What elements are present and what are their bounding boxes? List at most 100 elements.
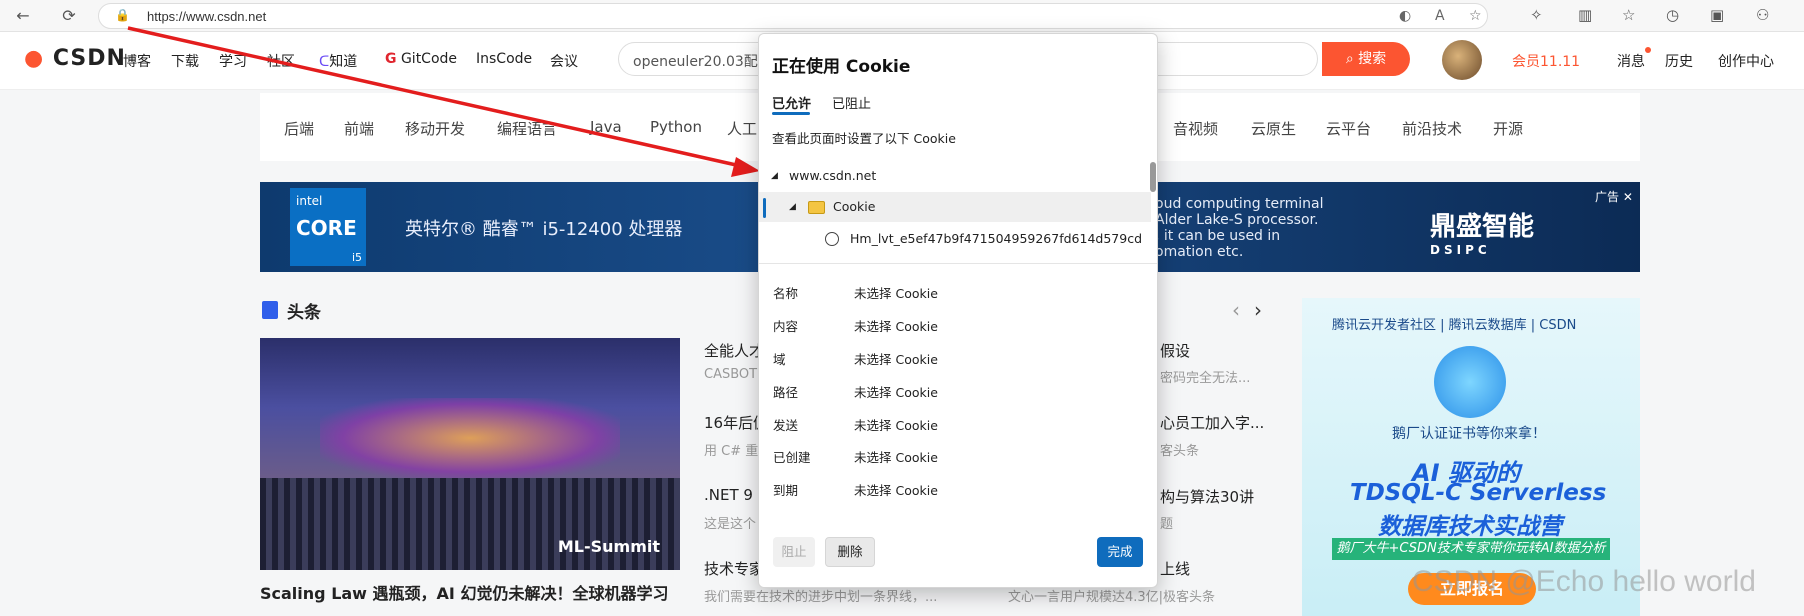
detail-value: 未选择 Cookie xyxy=(854,450,938,465)
search-button[interactable]: ⌕ 搜索 xyxy=(1322,42,1410,76)
article-summary: 文心一言用户规模达4.3亿|极客头条 xyxy=(1008,590,1216,605)
ad-line: 数据库技术实战营 xyxy=(1378,514,1562,540)
address-bar[interactable]: 🔒 https://www.csdn.net ◐ A ☆ xyxy=(98,3,1488,29)
reload-icon[interactable]: ⟳ xyxy=(58,5,80,27)
intel-core-logo: intel CORE i5 xyxy=(290,188,366,266)
collapse-triangle-icon[interactable]: ◢ xyxy=(771,171,778,181)
category-item[interactable]: 音视频 xyxy=(1173,118,1218,139)
search-icon: ⌕ xyxy=(1345,51,1354,67)
history-icon[interactable]: ◷ xyxy=(1666,6,1679,24)
next-arrow-icon[interactable]: › xyxy=(1254,298,1262,322)
tree-item-cookie[interactable]: Hm_lvt_e5ef47b9f471504959267fd614d579cd xyxy=(759,224,1151,254)
nav-gitcode[interactable]: G GitCode xyxy=(385,51,457,67)
close-icon[interactable]: ✕ xyxy=(1623,190,1633,204)
category-item[interactable]: Java xyxy=(590,118,622,136)
detail-label: 路径 xyxy=(773,385,799,400)
article-summary: CASBOT xyxy=(704,367,758,382)
collapse-triangle-icon[interactable]: ◢ xyxy=(789,202,796,212)
detail-label: 名称 xyxy=(773,286,799,301)
category-item[interactable]: 开源 xyxy=(1493,118,1523,139)
article-title[interactable]: .NET 9 xyxy=(704,486,753,504)
article-summary: 用 C# 重 xyxy=(704,444,759,459)
history-link[interactable]: 历史 xyxy=(1665,51,1693,71)
category-item[interactable]: 后端 xyxy=(284,118,314,139)
create-center-link[interactable]: 创作中心 xyxy=(1718,51,1774,71)
split-screen-icon[interactable]: ▥ xyxy=(1578,6,1592,24)
article-summary: 题 xyxy=(1160,517,1174,532)
favorites-icon[interactable]: ☆ xyxy=(1622,6,1635,24)
vip-link[interactable]: 会员11.11 xyxy=(1512,51,1580,71)
article-title[interactable]: 心员工加入字... xyxy=(1160,412,1264,433)
detail-value: 未选择 Cookie xyxy=(854,483,938,498)
cookies-in-use-dialog: 正在使用 Cookie 已允许 已阻止 查看此页面时设置了以下 Cookie ◢… xyxy=(758,33,1158,588)
block-button[interactable]: 阻止 xyxy=(773,537,815,567)
tab-blocked[interactable]: 已阻止 xyxy=(832,93,871,112)
cookie-icon xyxy=(825,232,839,246)
detail-value: 未选择 Cookie xyxy=(854,418,938,433)
detail-value: 未选择 Cookie xyxy=(854,319,938,334)
article-title[interactable]: 技术专家 xyxy=(704,558,764,579)
cookie-tree: ◢ www.csdn.net ◢ Cookie Hm_lvt_e5ef47b9f… xyxy=(759,161,1151,261)
nav-zhidao[interactable]: ᑕ知道 xyxy=(319,51,357,71)
scrollbar-thumb[interactable] xyxy=(1150,162,1156,192)
category-item[interactable]: 编程语言 xyxy=(497,118,557,139)
detail-label: 到期 xyxy=(773,483,799,498)
url-text[interactable]: https://www.csdn.net xyxy=(147,9,266,24)
prev-arrow-icon[interactable]: ‹ xyxy=(1232,298,1240,322)
csdn-logo[interactable]: ● CSDN xyxy=(24,46,126,71)
ad-line: 鹅厂大牛+CSDN技术专家带你玩转AI数据分析 xyxy=(1332,538,1610,560)
nav-community[interactable]: 社区 xyxy=(267,51,295,71)
ad-label[interactable]: 广告 ✕ xyxy=(1595,188,1633,205)
article-title[interactable]: 假设 xyxy=(1160,340,1190,361)
article-title[interactable]: 上线 xyxy=(1160,558,1190,579)
read-aloud-icon[interactable]: A xyxy=(1435,8,1445,24)
delete-button[interactable]: 删除 xyxy=(825,537,875,567)
article-title[interactable]: 构与算法30讲 xyxy=(1160,486,1254,507)
category-item[interactable]: 移动开发 xyxy=(405,118,465,139)
games-icon[interactable]: ⚇ xyxy=(1756,6,1769,24)
banner-headline: 英特尔® 酷睿™ i5-12400 处理器 xyxy=(405,219,683,240)
translate-icon[interactable]: ◐ xyxy=(1399,8,1411,24)
nav-inscode[interactable]: InsCode xyxy=(476,51,532,67)
done-button[interactable]: 完成 xyxy=(1097,537,1143,567)
nav-meeting[interactable]: 会议 xyxy=(550,51,578,71)
nav-download[interactable]: 下载 xyxy=(171,51,199,71)
back-arrow-icon[interactable]: ← xyxy=(12,5,34,27)
headline-hero-image[interactable]: ML-Summit xyxy=(260,338,680,570)
category-item[interactable]: 云原生 xyxy=(1251,118,1296,139)
extensions-icon[interactable]: ✧ xyxy=(1530,6,1543,24)
cloud-badge-icon xyxy=(1434,346,1506,418)
section-title: 头条 xyxy=(287,303,321,323)
article-summary: 客头条 xyxy=(1160,444,1200,459)
site-info-lock-icon[interactable]: 🔒 xyxy=(115,8,130,22)
unread-dot xyxy=(1645,47,1651,53)
detail-value: 未选择 Cookie xyxy=(854,385,938,400)
dsipc-logo: 鼎盛智能 DSIPC xyxy=(1430,212,1535,257)
divider xyxy=(759,263,1157,264)
category-item[interactable]: 云平台 xyxy=(1326,118,1371,139)
browser-toolbar: ← ⟳ 🔒 https://www.csdn.net ◐ A ☆ ✧ ▥ ☆ ◷… xyxy=(0,0,1804,32)
tree-item-site[interactable]: ◢ www.csdn.net xyxy=(759,161,1151,191)
detail-label: 发送 xyxy=(773,418,799,433)
favorite-star-icon[interactable]: ☆ xyxy=(1469,8,1482,24)
category-item[interactable]: 前沿技术 xyxy=(1402,118,1462,139)
article-title[interactable]: 全能人才 xyxy=(704,340,764,361)
detail-label: 已创建 xyxy=(773,450,811,465)
ad-line: TDSQL-C Serverless xyxy=(1350,480,1607,506)
tab-allowed[interactable]: 已允许 xyxy=(772,93,811,112)
category-item[interactable]: 前端 xyxy=(344,118,374,139)
detail-value: 未选择 Cookie xyxy=(854,352,938,367)
collections-icon[interactable]: ▣ xyxy=(1710,6,1724,24)
active-tab-indicator xyxy=(772,112,810,115)
category-item[interactable]: 人工 xyxy=(727,118,757,139)
category-item[interactable]: Python xyxy=(650,118,702,136)
messages-link[interactable]: 消息 xyxy=(1617,51,1645,71)
folder-icon xyxy=(808,201,825,214)
ad-partners: 腾讯云开发者社区 | 腾讯云数据库 | CSDN xyxy=(1332,318,1577,333)
selection-indicator xyxy=(763,198,766,218)
hero-caption[interactable]: Scaling Law 遇瓶颈，AI 幻觉仍未解决！全球机器学习 xyxy=(260,580,690,604)
nav-blog[interactable]: 博客 xyxy=(123,51,151,71)
nav-learn[interactable]: 学习 xyxy=(219,51,247,71)
avatar[interactable] xyxy=(1442,40,1482,80)
tree-item-cookie-folder[interactable]: ◢ Cookie xyxy=(759,192,1151,222)
